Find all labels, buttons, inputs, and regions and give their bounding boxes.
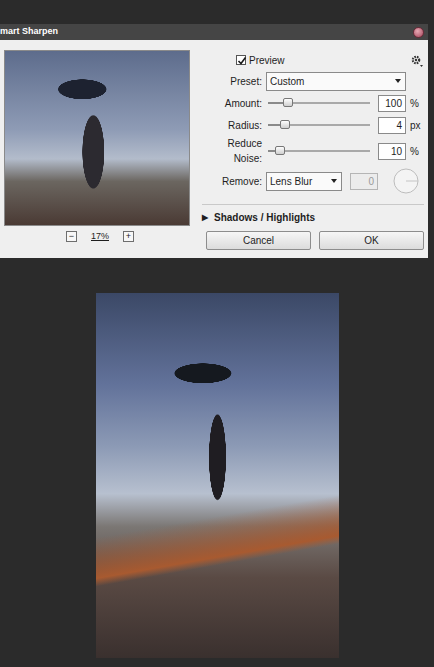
slider-label: Reduce Noise: (202, 136, 266, 166)
button-row: Cancel OK (202, 225, 424, 258)
slider-row: Radius: 4px (202, 114, 424, 136)
ok-button[interactable]: OK (319, 231, 424, 250)
title-bar: mart Sharpen (0, 24, 428, 40)
slider-unit: px (406, 118, 421, 133)
zoom-value: 17% (89, 230, 111, 244)
slider-label: Radius: (202, 118, 266, 133)
zoom-in-button[interactable]: + (123, 231, 134, 242)
angle-field: 0 (350, 173, 378, 190)
preset-value: Custom (270, 76, 304, 87)
dropdown-arrow-icon (395, 79, 401, 83)
dropdown-arrow-icon (331, 179, 337, 183)
preview-checkbox[interactable] (236, 55, 246, 65)
shadows-highlights-toggle[interactable]: ▶Shadows / Highlights (202, 204, 424, 225)
preset-label: Preset: (202, 74, 266, 89)
section-label[interactable]: Shadows / Highlights (214, 210, 315, 225)
slider-value-field[interactable]: 100 (378, 95, 406, 112)
canvas-gap (0, 258, 434, 293)
preview-pane: − 17% + (0, 40, 196, 258)
slider-handle[interactable] (283, 98, 293, 107)
remove-dropdown[interactable]: Lens Blur (266, 172, 342, 191)
remove-row: Remove: Lens Blur 0 (202, 166, 424, 196)
remove-label: Remove: (202, 174, 266, 189)
slider-unit: % (406, 144, 419, 159)
slider-handle[interactable] (280, 120, 290, 129)
slider-unit: % (406, 96, 419, 111)
slider-handle[interactable] (275, 146, 285, 155)
preview-label[interactable]: Preview (249, 53, 285, 68)
zoom-row: − 17% + (4, 226, 196, 244)
slider-value-field[interactable]: 4 (378, 117, 406, 134)
preview-row: Preview (202, 50, 424, 70)
preview-image[interactable] (4, 50, 190, 226)
top-band (0, 0, 434, 24)
slider-fill (268, 124, 285, 126)
close-icon[interactable] (413, 27, 424, 38)
slider-row: Amount: 100% (202, 92, 424, 114)
slider-label: Amount: (202, 96, 266, 111)
preset-row: Preset: Custom (202, 70, 424, 92)
disclosure-arrow[interactable]: ▶ (202, 212, 214, 224)
cancel-button[interactable]: Cancel (206, 231, 311, 250)
slider-track[interactable] (268, 124, 370, 126)
slider-track[interactable] (268, 102, 370, 104)
slider-value-field[interactable]: 10 (378, 143, 406, 160)
slider-fill (268, 102, 288, 104)
preset-dropdown[interactable]: Custom (266, 72, 406, 91)
slider-row: Reduce Noise: 10% (202, 136, 424, 166)
settings-pane: Preview Preset: Custom Amount: 100% Radius: 4p… (196, 40, 428, 258)
zoom-out-button[interactable]: − (66, 231, 77, 242)
canvas-photo (96, 293, 339, 658)
angle-dial-icon (392, 167, 420, 195)
window-title: mart Sharpen (0, 25, 58, 39)
slider-fill (268, 150, 280, 152)
gear-icon[interactable] (410, 53, 424, 67)
slider-track[interactable] (268, 150, 370, 152)
dialog-body: − 17% + Preview Preset: Custom Amount: 100% Radi… (0, 40, 428, 258)
smart-sharpen-dialog: mart Sharpen − 17% + Preview Preset: Custom Amo… (0, 24, 428, 258)
remove-value: Lens Blur (270, 176, 312, 187)
